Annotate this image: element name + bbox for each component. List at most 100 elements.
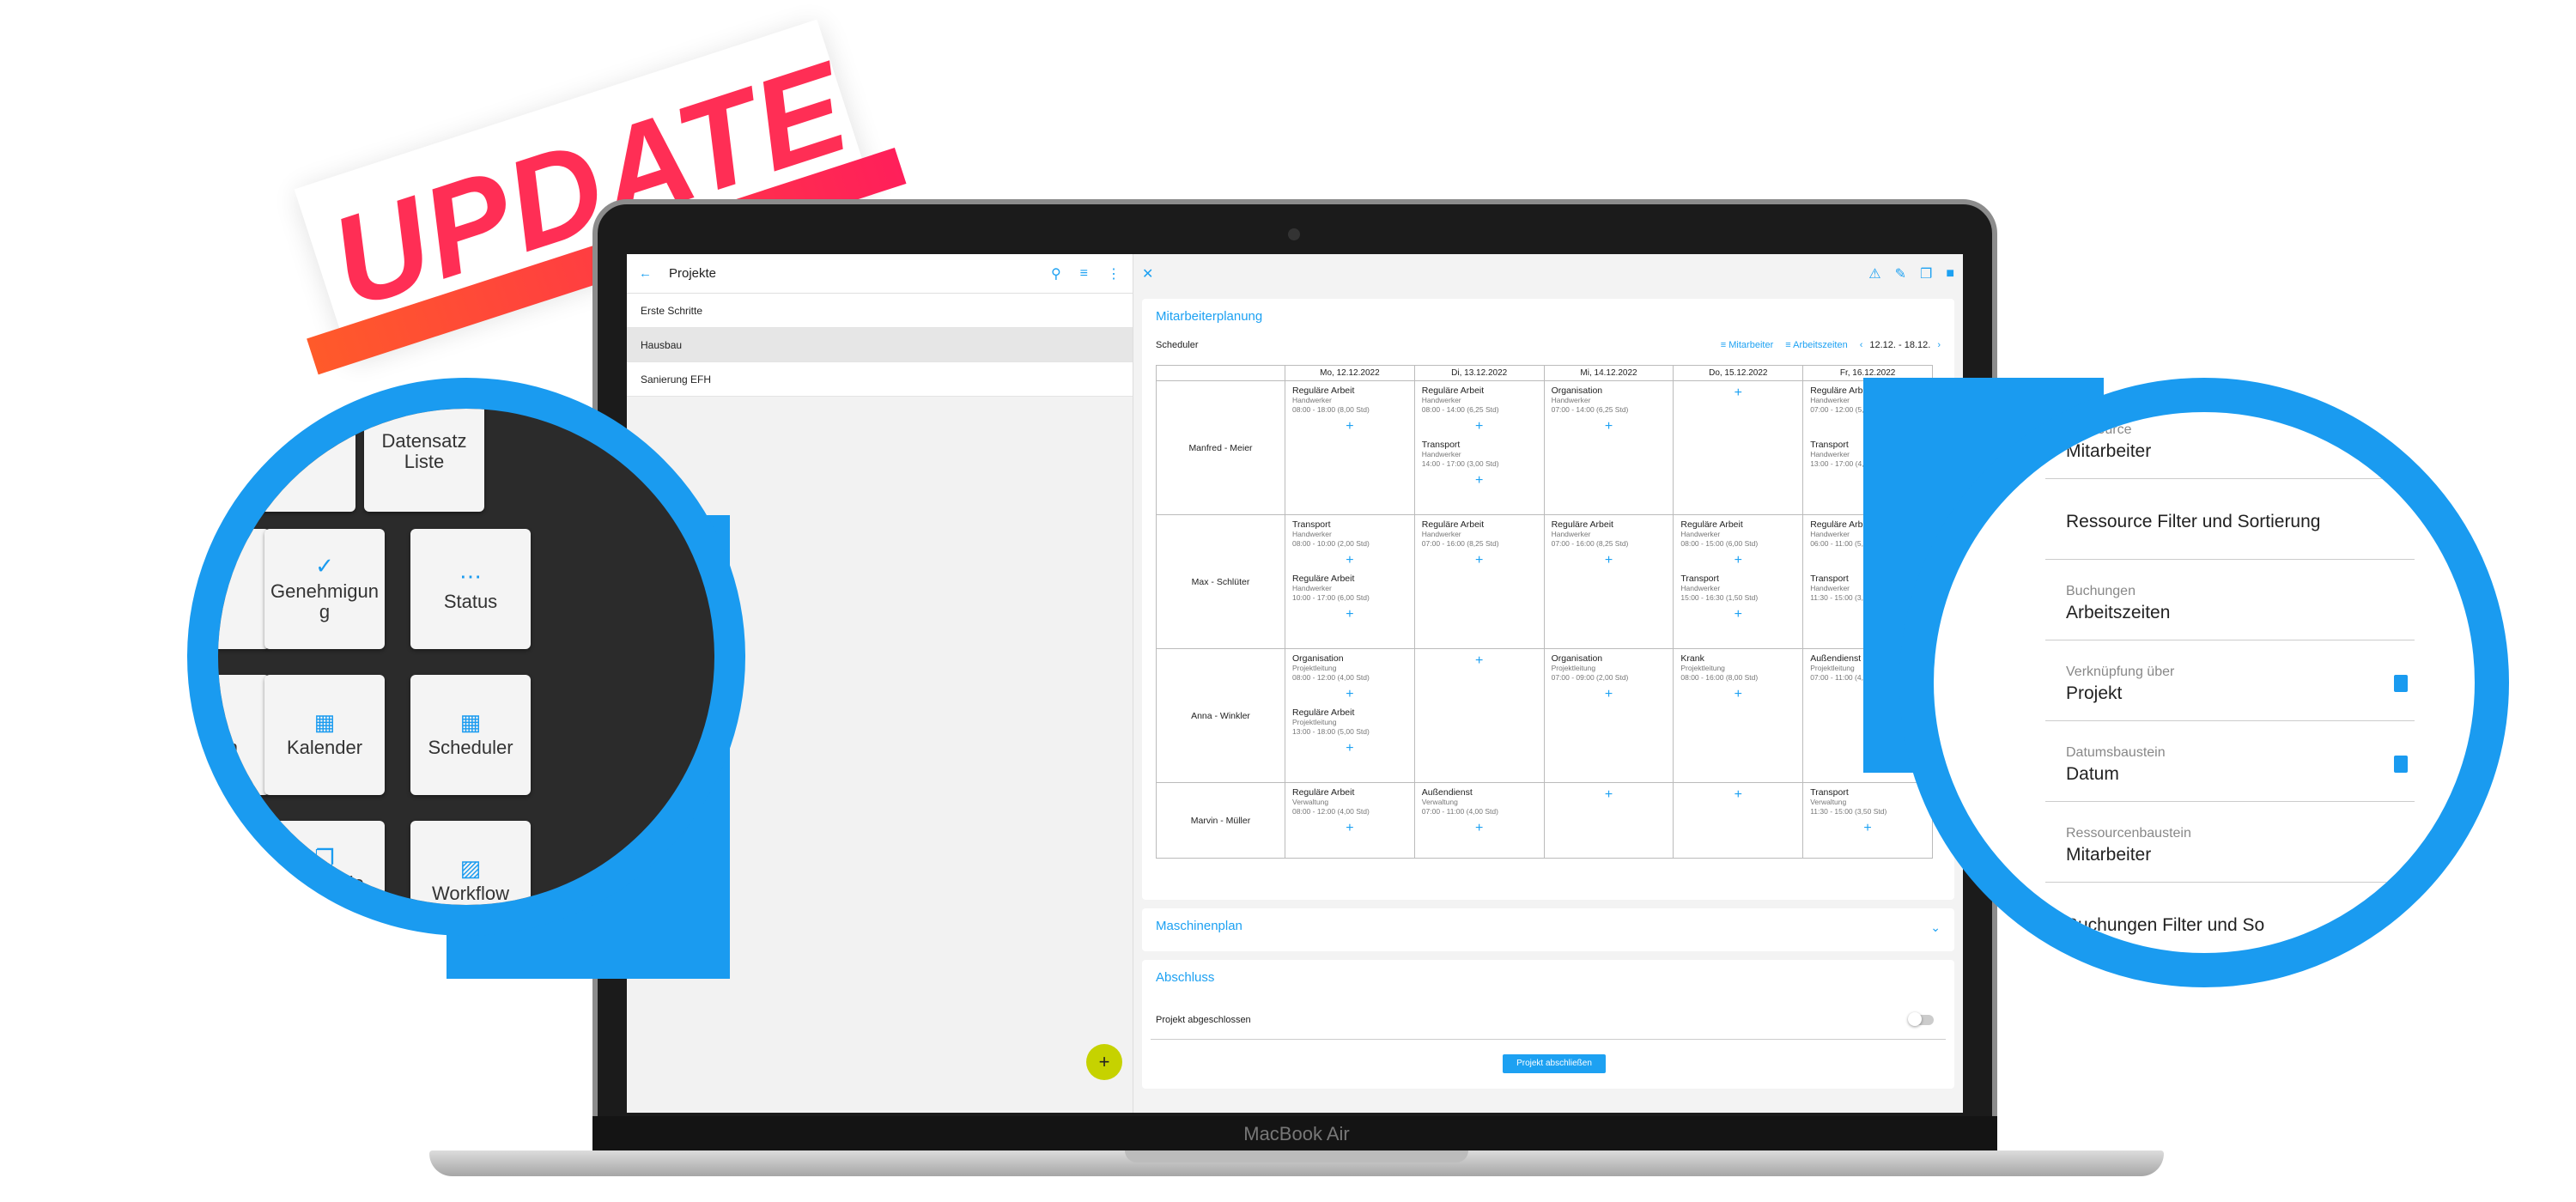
schedule-cell[interactable]: Reguläre Arbeit Handwerker 07:00 - 16:00 (… bbox=[1543, 514, 1674, 649]
schedule-cell[interactable]: Reguläre Arbeit Handwerker 07:00 - 16:00 (… bbox=[1413, 514, 1545, 649]
add-booking-icon[interactable]: + bbox=[1415, 415, 1544, 435]
schedule-cell[interactable]: Transport Handwerker 08:00 - 10:00 (2,00 S… bbox=[1285, 514, 1415, 649]
edit-icon[interactable]: ✎ bbox=[1895, 265, 1906, 282]
booking-entry[interactable]: Reguläre Arbeit Handwerker 07:00 - 16:00 (… bbox=[1545, 515, 1674, 549]
booking-entry[interactable]: Transport Handwerker 08:00 - 10:00 (2,00 S… bbox=[1285, 515, 1414, 549]
booking-time: 13:00 - 18:00 (5,00 Std) bbox=[1292, 727, 1370, 736]
add-booking-icon[interactable]: + bbox=[1415, 469, 1544, 489]
schedule-cell[interactable]: + bbox=[1673, 380, 1804, 515]
config-item[interactable]: Verknüpfung über Projekt bbox=[2045, 646, 2415, 721]
config-item[interactable]: Buchungen Filter und So bbox=[2045, 888, 2415, 953]
schedule-cell[interactable]: Organisation Projektleitung 08:00 - 12:00 … bbox=[1285, 648, 1415, 783]
tile-status[interactable]: ⋯ Status bbox=[410, 529, 531, 649]
add-booking-icon[interactable]: + bbox=[1803, 817, 1932, 837]
booking-entry[interactable]: Reguläre Arbeit Handwerker 07:00 - 16:00 (… bbox=[1415, 515, 1544, 549]
tile-scheduler[interactable]: ▦ Scheduler bbox=[410, 675, 531, 795]
booking-entry[interactable]: Transport Handwerker 15:00 - 16:30 (1,50 S… bbox=[1674, 569, 1802, 603]
projects-title: Projekte bbox=[669, 266, 717, 281]
project-item[interactable]: Sanierung EFH bbox=[627, 362, 1133, 397]
tile-datensatz[interactable]: satz bbox=[235, 409, 355, 512]
schedule-cell[interactable]: + bbox=[1673, 782, 1804, 859]
tile-workflow[interactable]: ▨ Workflow bbox=[410, 821, 531, 905]
prev-week-icon[interactable]: ‹ bbox=[1860, 340, 1863, 350]
schedule-cell[interactable]: Reguläre Arbeit Handwerker 08:00 - 18:00 (… bbox=[1285, 380, 1415, 515]
schedule-cell[interactable]: Reguläre Arbeit Handwerker 08:00 - 15:00 (… bbox=[1673, 514, 1804, 649]
add-booking-icon[interactable]: + bbox=[1545, 415, 1674, 435]
delete-icon[interactable]: ■ bbox=[1946, 266, 1954, 282]
search-icon[interactable]: ⚲ bbox=[1051, 265, 1061, 282]
schedule-cell[interactable]: + bbox=[1543, 782, 1674, 859]
add-booking-icon[interactable]: + bbox=[1415, 549, 1544, 569]
back-arrow-icon[interactable]: ← bbox=[639, 266, 652, 281]
booking-entry[interactable]: Organisation Projektleitung 08:00 - 12:00 … bbox=[1285, 649, 1414, 683]
booking-entry[interactable]: Reguläre Arbeit Handwerker 10:00 - 17:00 (… bbox=[1285, 569, 1414, 603]
config-item[interactable]: Datumsbaustein Datum bbox=[2045, 726, 2415, 802]
booking-entry[interactable]: Reguläre Arbeit Handwerker 08:00 - 14:00 (… bbox=[1415, 381, 1544, 415]
booking-entry[interactable]: Reguläre Arbeit Handwerker 08:00 - 15:00 (… bbox=[1674, 515, 1802, 549]
filter-mitarbeiter-button[interactable]: ≡ Mitarbeiter bbox=[1721, 340, 1773, 350]
config-item[interactable]: Ressource Filter und Sortierung bbox=[2045, 484, 2415, 560]
schedule-cell[interactable]: Krank Projektleitung 08:00 - 16:00 (8,00 S… bbox=[1673, 648, 1804, 783]
filter-arbeitszeiten-button[interactable]: ≡ Arbeitszeiten bbox=[1785, 340, 1847, 350]
add-booking-icon[interactable]: + bbox=[1285, 737, 1414, 757]
add-booking-icon[interactable]: + bbox=[1415, 649, 1544, 670]
add-booking-icon[interactable]: + bbox=[1674, 683, 1802, 703]
project-item[interactable]: Hausbau bbox=[627, 328, 1133, 362]
trash-icon[interactable] bbox=[2394, 675, 2408, 692]
tile-datensatz-liste[interactable]: Datensatz Liste bbox=[364, 409, 484, 512]
add-booking-icon[interactable]: + bbox=[1674, 381, 1802, 402]
projekt-abgeschlossen-toggle[interactable] bbox=[1908, 1012, 1934, 1026]
maschinenplan-card[interactable]: Maschinenplan ⌄ bbox=[1142, 908, 1954, 951]
filter-icon[interactable]: ≡ bbox=[1080, 266, 1088, 282]
next-week-icon[interactable]: › bbox=[1937, 340, 1941, 350]
project-item[interactable]: Erste Schritte bbox=[627, 294, 1133, 328]
schedule-cell[interactable]: + bbox=[1413, 648, 1545, 783]
booking-time: 08:00 - 15:00 (6,00 Std) bbox=[1680, 539, 1759, 548]
tile-kalender[interactable]: ▦ Kalender bbox=[264, 675, 385, 795]
detail-toolbar: ✕ ⚠ ✎ ❐ ■ bbox=[1133, 254, 1963, 294]
add-booking-icon[interactable]: + bbox=[1285, 683, 1414, 703]
add-booking-icon[interactable]: + bbox=[1285, 603, 1414, 623]
add-project-button[interactable]: + bbox=[1086, 1044, 1122, 1080]
config-item[interactable]: Buchungen Arbeitszeiten bbox=[2045, 565, 2415, 640]
close-icon[interactable]: ✕ bbox=[1142, 265, 1855, 282]
tile-status-button[interactable]: ▦tus ton bbox=[218, 675, 270, 795]
schedule-cell[interactable]: Organisation Handwerker 07:00 - 14:00 (6,2… bbox=[1543, 380, 1674, 515]
config-item[interactable]: Ressourcenbaustein Mitarbeiter bbox=[2045, 807, 2415, 883]
add-booking-icon[interactable]: + bbox=[1285, 817, 1414, 837]
config-item[interactable]: Ressource Mitarbeiter bbox=[2045, 412, 2415, 479]
tile-laufende-nummer[interactable]: ❐ Laufende Nummer bbox=[264, 821, 385, 905]
tile-aufgabe[interactable]: abe bbox=[218, 529, 270, 649]
schedule-cell[interactable]: Transport Verwaltung 11:30 - 15:00 (3,50 S… bbox=[1802, 782, 1933, 859]
copy-icon[interactable]: ❐ bbox=[1920, 265, 1932, 282]
add-booking-icon[interactable]: + bbox=[1545, 683, 1674, 703]
notifications-off-icon[interactable]: ⚠ bbox=[1868, 265, 1880, 282]
booking-entry[interactable]: Transport Handwerker 14:00 - 17:00 (3,00 S… bbox=[1415, 435, 1544, 469]
more-icon[interactable]: ⋮ bbox=[1107, 265, 1121, 282]
schedule-cell[interactable]: Organisation Projektleitung 07:00 - 09:00 … bbox=[1543, 648, 1674, 783]
add-booking-icon[interactable]: + bbox=[1674, 549, 1802, 569]
booking-entry[interactable]: Reguläre Arbeit Verwaltung 08:00 - 12:00 (… bbox=[1285, 783, 1414, 817]
booking-entry[interactable]: Reguläre Arbeit Handwerker 08:00 - 18:00 (… bbox=[1285, 381, 1414, 415]
projekt-abschliessen-button[interactable]: Projekt abschließen bbox=[1503, 1054, 1606, 1073]
trash-icon[interactable] bbox=[2394, 756, 2408, 773]
schedule-cell[interactable]: Reguläre Arbeit Handwerker 08:00 - 14:00 (… bbox=[1413, 380, 1545, 515]
booking-entry[interactable]: Reguläre Arbeit Projektleitung 13:00 - 18:… bbox=[1285, 703, 1414, 737]
add-booking-icon[interactable]: + bbox=[1545, 549, 1674, 569]
booking-entry[interactable]: Organisation Handwerker 07:00 - 14:00 (6,2… bbox=[1545, 381, 1674, 415]
add-booking-icon[interactable]: + bbox=[1285, 549, 1414, 569]
add-booking-icon[interactable]: + bbox=[1285, 415, 1414, 435]
schedule-cell[interactable]: Außendienst Verwaltung 07:00 - 11:00 (4,00… bbox=[1413, 782, 1545, 859]
tile-genehmigung[interactable]: ✓ Genehmigun g bbox=[264, 529, 385, 649]
schedule-cell[interactable]: Reguläre Arbeit Verwaltung 08:00 - 12:00 (… bbox=[1285, 782, 1415, 859]
booking-type: Transport bbox=[1680, 574, 1719, 584]
booking-entry[interactable]: Außendienst Verwaltung 07:00 - 11:00 (4,00… bbox=[1415, 783, 1544, 817]
add-booking-icon[interactable]: + bbox=[1674, 783, 1802, 804]
add-booking-icon[interactable]: + bbox=[1545, 783, 1674, 804]
booking-entry[interactable]: Organisation Projektleitung 07:00 - 09:00 … bbox=[1545, 649, 1674, 683]
add-booking-icon[interactable]: + bbox=[1674, 603, 1802, 623]
add-booking-icon[interactable]: + bbox=[1415, 817, 1544, 837]
booking-entry[interactable]: Transport Verwaltung 11:30 - 15:00 (3,50 S… bbox=[1803, 783, 1932, 817]
booking-entry[interactable]: Krank Projektleitung 08:00 - 16:00 (8,00 S… bbox=[1674, 649, 1802, 683]
chevron-down-icon[interactable]: ⌄ bbox=[1930, 920, 1941, 935]
